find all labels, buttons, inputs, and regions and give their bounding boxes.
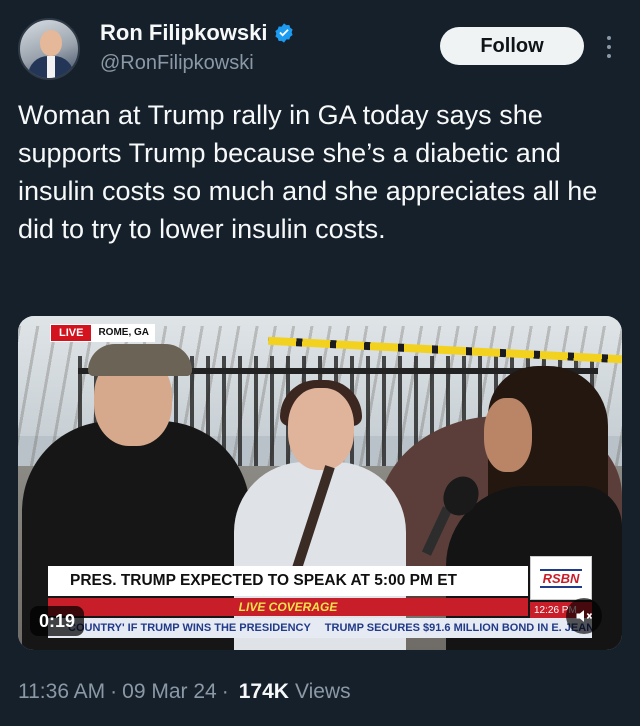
- live-label: LIVE: [50, 324, 93, 342]
- ticker-item: TRUMP SECURES $91.6 MILLION BOND IN E. J…: [324, 622, 592, 634]
- follow-button[interactable]: Follow: [440, 27, 584, 65]
- author-name[interactable]: Ron Filipkowski: [100, 20, 267, 46]
- location-label: ROME, GA: [92, 324, 156, 342]
- network-logo-text: RSBN: [539, 568, 583, 588]
- tweet-header: Ron Filipkowski @RonFilipkowski Follow: [18, 18, 622, 88]
- video-duration: 0:19: [30, 606, 84, 636]
- tweet-text: Woman at Trump rally in GA today says sh…: [18, 100, 598, 244]
- tweet-time[interactable]: 11:36 AM: [18, 680, 105, 704]
- live-tag: LIVE ROME, GA: [50, 324, 156, 342]
- coverage-label: LIVE COVERAGE: [48, 598, 528, 616]
- avatar[interactable]: [18, 18, 80, 80]
- views-count[interactable]: 174K: [239, 680, 289, 704]
- coverage-text: LIVE COVERAGE: [238, 600, 338, 614]
- mute-icon[interactable]: [566, 598, 602, 634]
- network-logo: RSBN: [530, 556, 592, 600]
- separator: ·: [110, 680, 118, 703]
- tweet-date[interactable]: 09 Mar 24: [122, 680, 217, 704]
- video-player[interactable]: LIVE ROME, GA PRES. TRUMP EXPECTED TO SP…: [18, 316, 622, 650]
- views-label: Views: [294, 680, 351, 703]
- author-handle[interactable]: @RonFilipkowski: [100, 52, 254, 75]
- tweet-meta: 11:36 AM · 09 Mar 24 · 174K Views: [18, 680, 351, 704]
- author-row: Ron Filipkowski: [100, 20, 295, 46]
- verified-badge-icon: [275, 23, 294, 43]
- more-options-icon[interactable]: [604, 32, 614, 62]
- chyron-headline: PRES. TRUMP EXPECTED TO SPEAK AT 5:00 PM…: [48, 566, 528, 596]
- news-ticker: COUNTRY' IF TRUMP WINS THE PRESIDENCY TR…: [48, 618, 592, 638]
- separator: ·: [221, 680, 229, 703]
- ticker-item: COUNTRY' IF TRUMP WINS THE PRESIDENCY: [68, 622, 311, 634]
